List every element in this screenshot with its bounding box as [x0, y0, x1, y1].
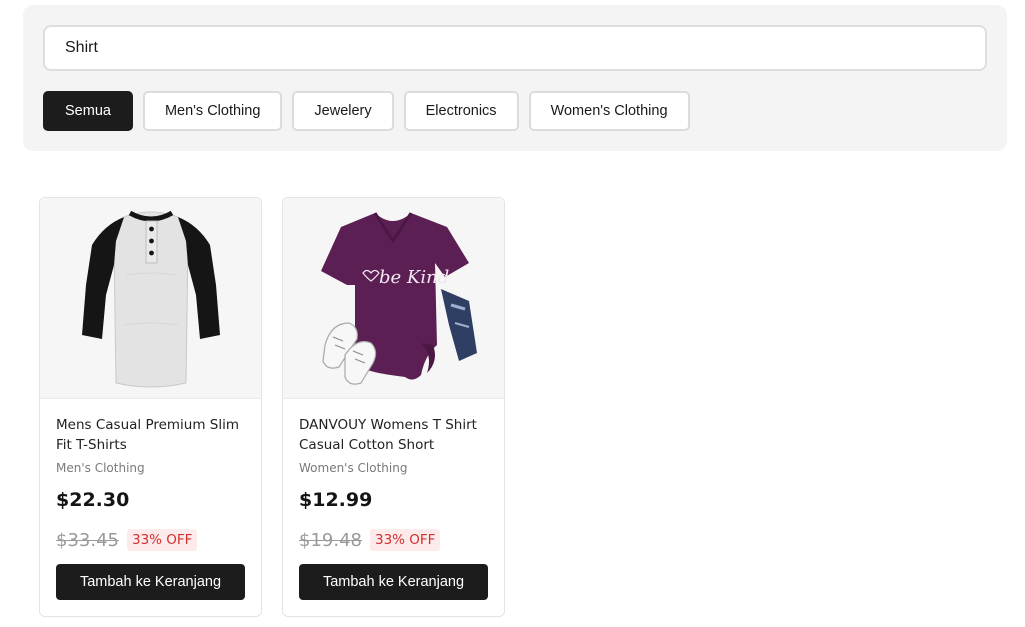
product-price: $12.99	[299, 489, 373, 511]
discount-badge: 33% OFF	[369, 529, 441, 551]
product-title[interactable]: DANVOUY Womens T Shirt Casual Cotton Sho…	[299, 415, 488, 455]
filter-chip-jewelery[interactable]: Jewelery	[292, 91, 394, 131]
product-category: Women's Clothing	[299, 461, 408, 475]
raglan-henley-shirt-icon	[81, 210, 220, 388]
product-card[interactable]: be Kind DANVOUY Womens T Shirt Casual Co…	[282, 197, 505, 617]
filter-panel: Semua Men's Clothing Jewelery Electronic…	[23, 5, 1007, 151]
filter-chip-electronics[interactable]: Electronics	[403, 91, 519, 131]
purple-vneck-tshirt-icon: be Kind	[320, 212, 477, 385]
discount-badge: 33% OFF	[126, 529, 198, 551]
product-image[interactable]	[40, 198, 261, 399]
price-row: $19.48 33% OFF	[299, 527, 488, 553]
shirt-print-text: be Kind	[379, 267, 449, 288]
product-card[interactable]: Mens Casual Premium Slim Fit T-Shirts Me…	[39, 197, 262, 617]
product-image[interactable]: be Kind	[283, 198, 504, 399]
original-price: $33.45	[56, 529, 119, 551]
price-row: $33.45 33% OFF	[56, 527, 245, 553]
search-input[interactable]	[43, 25, 987, 71]
add-to-cart-button[interactable]: Tambah ke Keranjang	[299, 564, 488, 600]
filter-chip-semua[interactable]: Semua	[43, 91, 133, 131]
product-title[interactable]: Mens Casual Premium Slim Fit T-Shirts	[56, 415, 245, 455]
filter-chip-womens-clothing[interactable]: Women's Clothing	[528, 91, 690, 131]
product-grid: Mens Casual Premium Slim Fit T-Shirts Me…	[39, 197, 505, 617]
add-to-cart-button[interactable]: Tambah ke Keranjang	[56, 564, 245, 600]
filter-chip-mens-clothing[interactable]: Men's Clothing	[142, 91, 283, 131]
category-filter-bar: Semua Men's Clothing Jewelery Electronic…	[43, 91, 690, 131]
original-price: $19.48	[299, 529, 362, 551]
product-category: Men's Clothing	[56, 461, 145, 475]
product-price: $22.30	[56, 489, 130, 511]
